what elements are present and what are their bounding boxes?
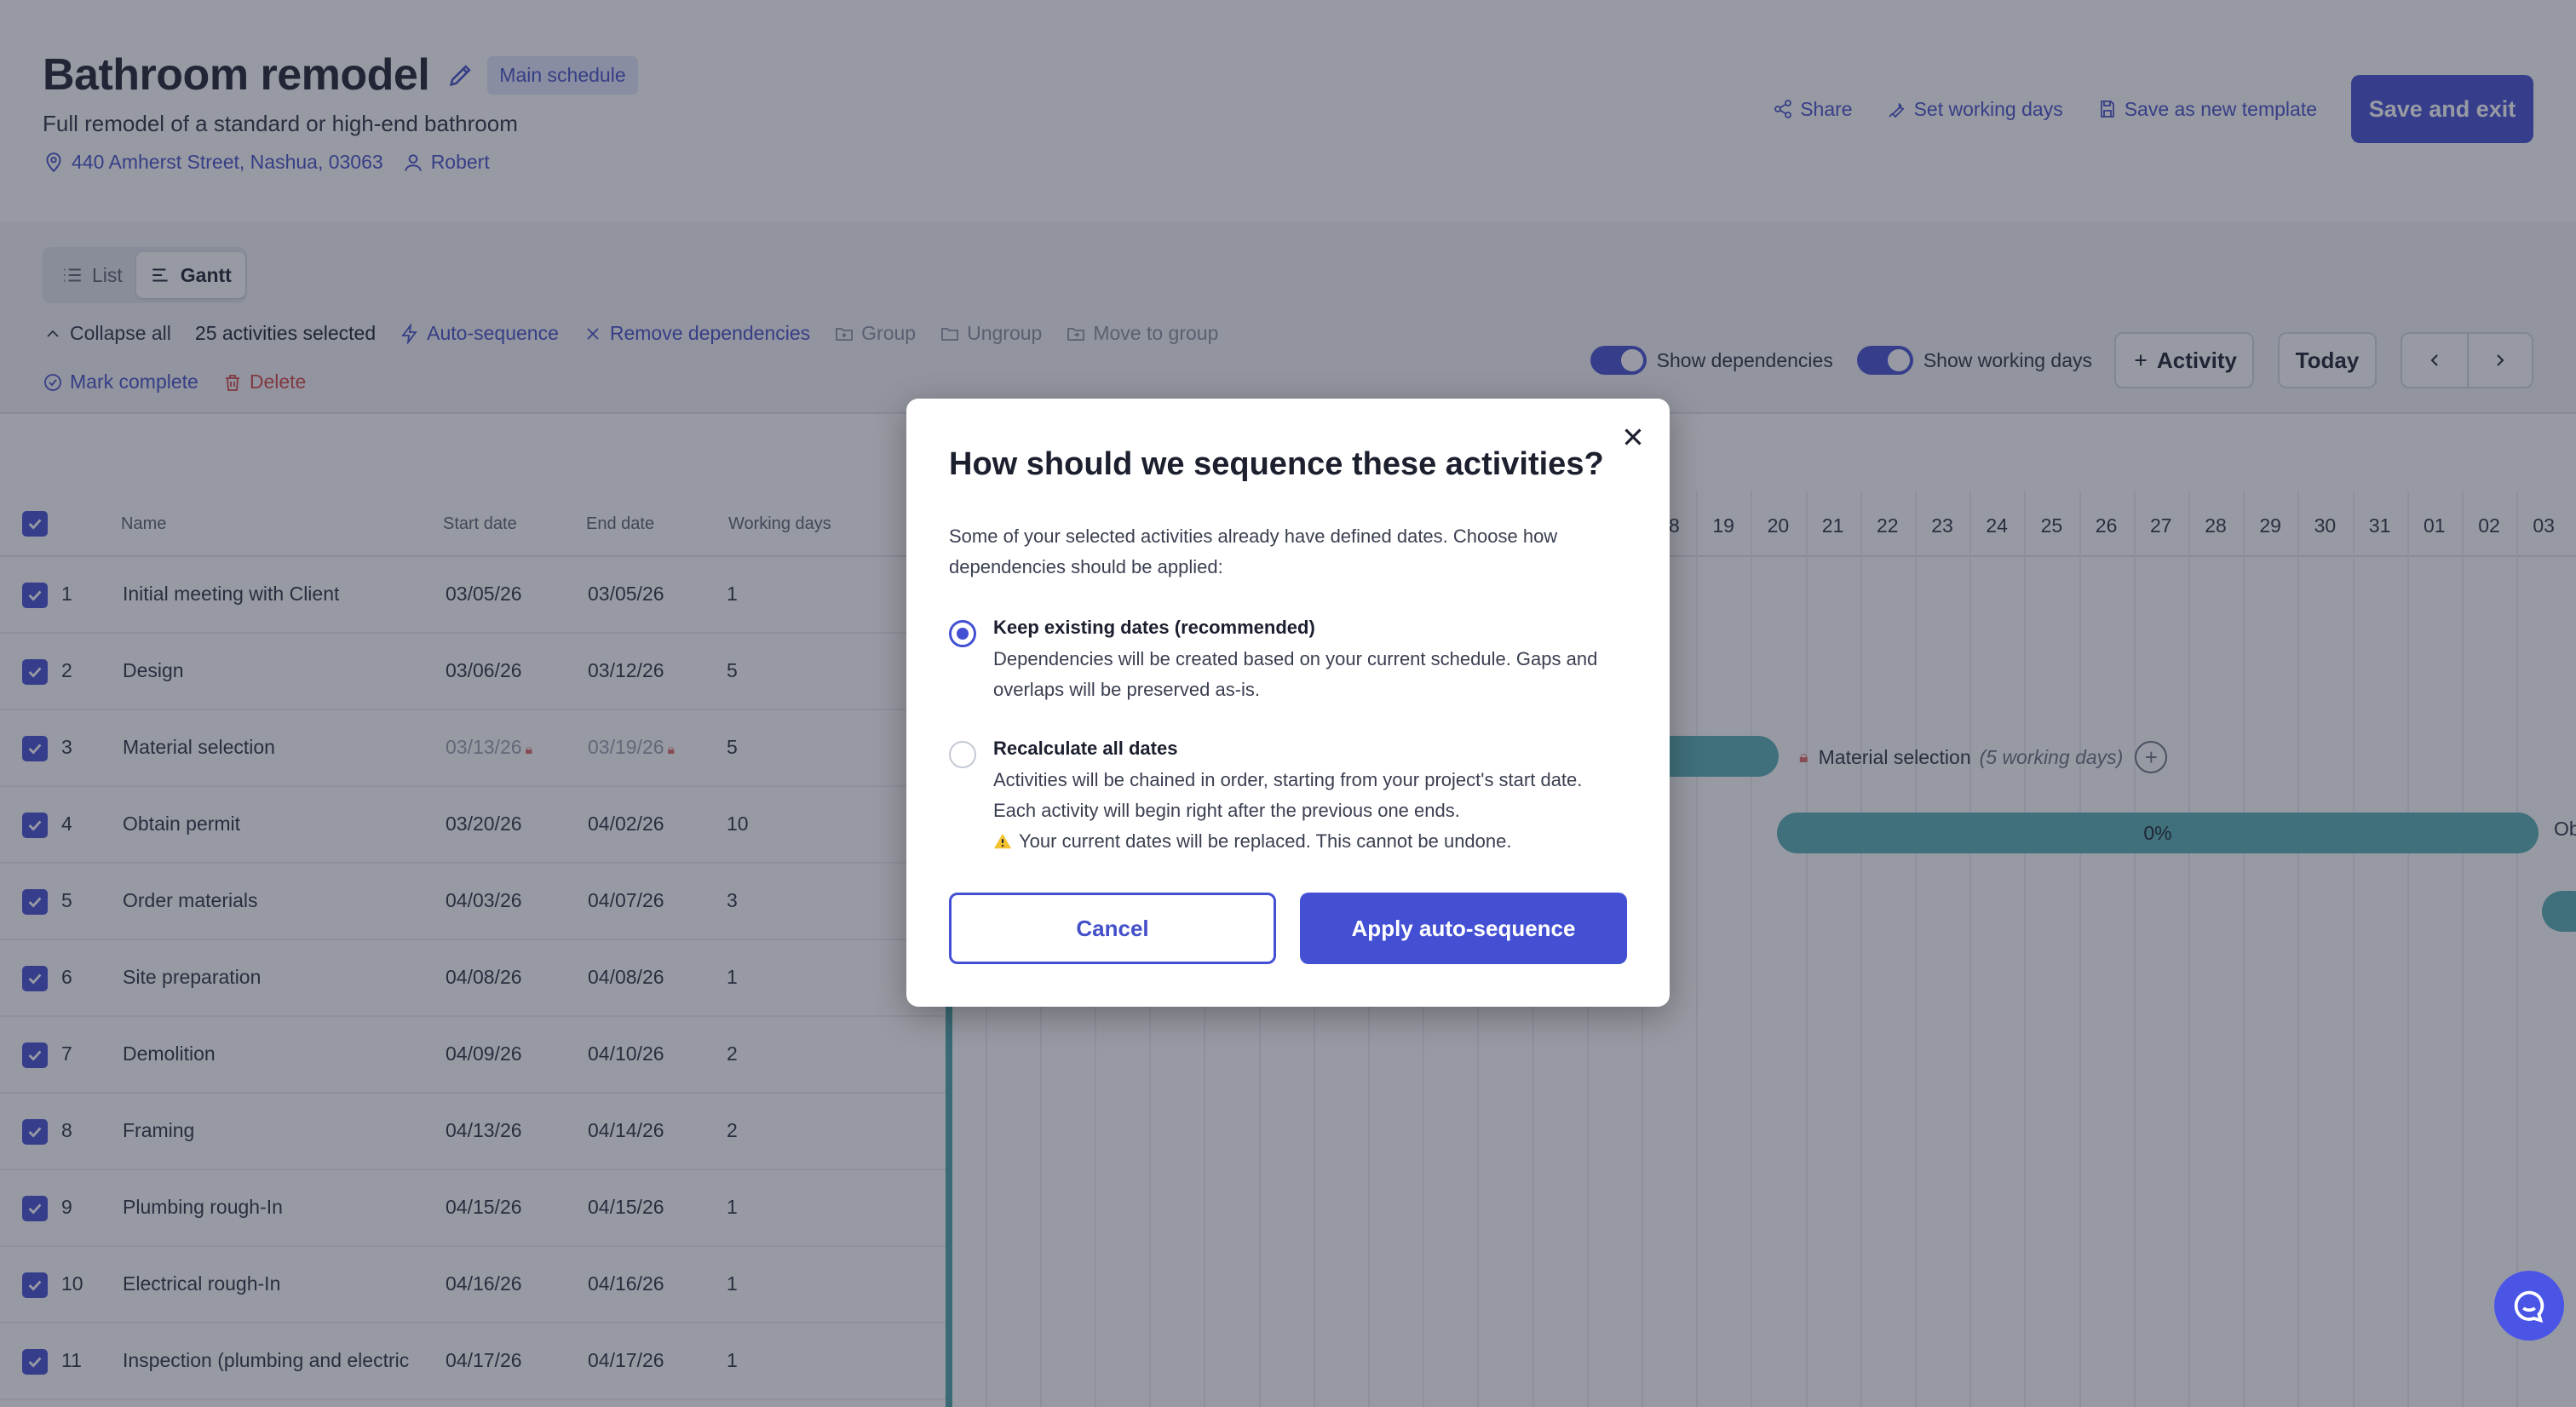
option-recalculate-radio[interactable] — [949, 741, 976, 768]
apply-auto-sequence-button[interactable]: Apply auto-sequence — [1300, 893, 1627, 964]
close-icon[interactable] — [1619, 422, 1647, 451]
option-keep-dates-radio[interactable] — [949, 620, 976, 647]
cancel-button[interactable]: Cancel — [949, 893, 1276, 964]
option-recalculate[interactable]: Recalculate all dates Activities will be… — [949, 738, 1630, 865]
option-keep-dates[interactable]: Keep existing dates (recommended) Depend… — [949, 617, 1630, 710]
chat-icon — [2514, 1290, 2544, 1324]
warning-icon — [993, 833, 1012, 849]
dialog-description: Some of your selected activities already… — [949, 525, 1558, 577]
dialog-title: How should we sequence these activities? — [949, 446, 1604, 482]
auto-sequence-dialog: How should we sequence these activities?… — [906, 399, 1670, 1007]
chat-widget-button[interactable] — [2494, 1271, 2564, 1341]
warning-line: Your current dates will be replaced. Thi… — [993, 826, 1624, 857]
